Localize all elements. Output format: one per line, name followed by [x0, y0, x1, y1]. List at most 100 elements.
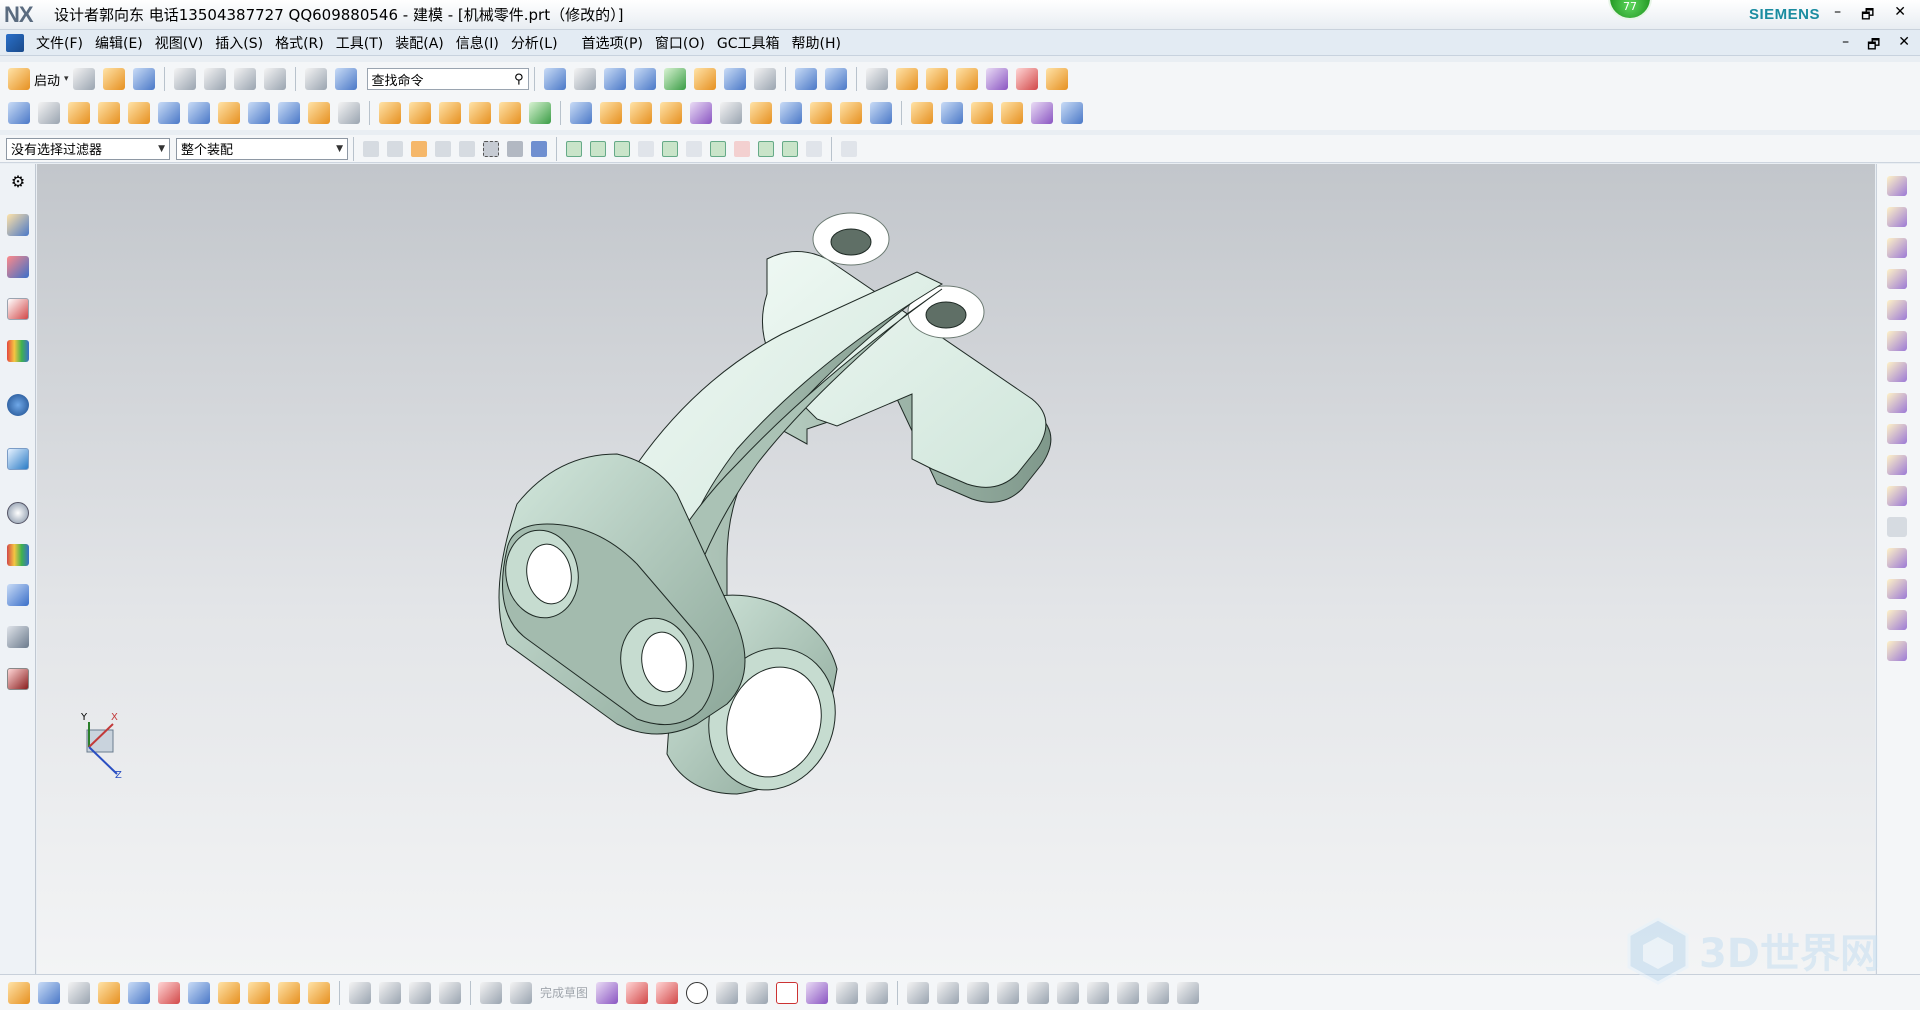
thicken-icon[interactable] — [750, 102, 772, 124]
mate-component-icon[interactable] — [158, 981, 180, 1004]
menu-file[interactable]: 文件(F) — [30, 33, 89, 53]
csys-icon[interactable] — [68, 981, 90, 1004]
offset-face-icon[interactable] — [690, 102, 712, 124]
menu-preferences[interactable]: 首选项(P) — [576, 33, 649, 53]
cut-icon[interactable] — [173, 68, 196, 90]
constraint-icon[interactable] — [409, 981, 431, 1004]
wave-geometry-icon[interactable] — [218, 981, 240, 1004]
view-front-icon[interactable] — [1887, 269, 1907, 289]
intersect-icon[interactable] — [439, 102, 461, 124]
fit-view-icon[interactable] — [543, 68, 566, 90]
quick-extend-icon[interactable] — [937, 981, 960, 1004]
history-icon[interactable] — [7, 502, 29, 524]
dimension-icon[interactable] — [1087, 981, 1110, 1004]
show-hide-icon[interactable] — [925, 68, 948, 90]
hidden-line-icon[interactable] — [1887, 486, 1907, 506]
orient-view-icon[interactable] — [573, 68, 596, 90]
revolve-icon[interactable] — [98, 102, 120, 124]
thread-icon[interactable] — [338, 102, 360, 124]
snap-midpoint-icon[interactable] — [590, 140, 606, 157]
animate-dimension-icon[interactable] — [1177, 981, 1200, 1004]
unite-icon[interactable] — [379, 102, 401, 124]
mirror-icon[interactable] — [499, 102, 521, 124]
minimize-button[interactable]: – — [1834, 4, 1841, 28]
view-bottom-icon[interactable] — [1887, 362, 1907, 382]
shaded-with-edges-icon[interactable] — [603, 68, 626, 90]
pan-icon[interactable] — [1887, 579, 1907, 599]
slot-icon[interactable] — [248, 102, 270, 124]
doc-restore-button[interactable]: 🗗 — [1867, 34, 1880, 58]
pattern-icon[interactable] — [469, 102, 491, 124]
wireframe-icon[interactable] — [1887, 455, 1907, 475]
snap-icon[interactable] — [387, 140, 403, 157]
web-browser-icon[interactable] — [7, 448, 29, 470]
boss-icon[interactable] — [158, 102, 180, 124]
view-back-icon[interactable] — [1887, 393, 1907, 413]
save-icon[interactable] — [132, 68, 155, 90]
transparency-icon[interactable] — [1887, 517, 1907, 537]
promote-icon[interactable] — [278, 981, 300, 1004]
menu-info[interactable]: 信息(I) — [450, 33, 505, 53]
undo-icon[interactable] — [263, 68, 286, 90]
color-swatch-icon[interactable] — [753, 68, 776, 90]
menu-insert[interactable]: 插入(S) — [209, 33, 269, 53]
through-curves-icon[interactable] — [971, 102, 993, 124]
roles-icon[interactable] — [7, 668, 29, 690]
sketch-in-place-icon[interactable] — [349, 981, 371, 1004]
snap-perpendicular-icon[interactable] — [686, 140, 702, 157]
menu-window[interactable]: 窗口(O) — [649, 33, 711, 53]
snap-curve-icon[interactable] — [638, 140, 654, 157]
datum-plane-icon[interactable] — [38, 102, 60, 124]
groove-icon[interactable] — [278, 102, 300, 124]
manufacturing-wizards-icon[interactable] — [7, 626, 29, 648]
measure-length-icon[interactable] — [1045, 68, 1068, 90]
snap-point-icon[interactable] — [758, 140, 774, 157]
offset-curve-icon[interactable] — [997, 981, 1020, 1004]
command-finder-icon[interactable] — [334, 68, 357, 90]
view-trimetric-icon[interactable] — [1887, 176, 1907, 196]
grid-icon[interactable] — [841, 140, 857, 157]
line-icon[interactable] — [626, 981, 649, 1004]
emboss-icon[interactable] — [308, 102, 330, 124]
subtract-icon[interactable] — [409, 102, 431, 124]
snap-control-point-icon[interactable] — [614, 140, 630, 157]
view-isometric-icon[interactable] — [1887, 207, 1907, 227]
edge-blend-icon[interactable] — [570, 102, 592, 124]
body-icon[interactable] — [1061, 102, 1083, 124]
pad-icon[interactable] — [218, 102, 240, 124]
graphics-window[interactable]: Y X Z — [37, 164, 1875, 974]
deselect-icon[interactable] — [435, 140, 451, 157]
part-navigator-icon[interactable] — [7, 298, 29, 320]
type-filter-dropdown[interactable]: 没有选择过滤器 ▼ — [6, 137, 170, 160]
snap-intersection-icon[interactable] — [662, 140, 678, 157]
gear-icon[interactable]: ⚙ — [7, 172, 29, 194]
wcs-orient-icon[interactable] — [824, 68, 847, 90]
finish-sketch-label[interactable]: 完成草图 — [540, 984, 588, 1001]
trim-body-icon[interactable] — [529, 102, 551, 124]
snap-arc-center-icon[interactable] — [710, 140, 726, 157]
extrude-icon[interactable] — [68, 102, 90, 124]
notification-badge[interactable]: 77 — [1608, 0, 1652, 20]
settings-icon[interactable] — [363, 140, 379, 157]
ruled-surface-icon[interactable] — [1031, 102, 1053, 124]
background-icon[interactable] — [663, 68, 686, 90]
edit-object-icon[interactable] — [304, 68, 327, 90]
arc-icon[interactable] — [656, 981, 679, 1004]
doc-minimize-button[interactable]: – — [1842, 34, 1849, 58]
selection-scope-dropdown[interactable]: 整个装配 ▼ — [176, 137, 348, 160]
circle-icon[interactable] — [686, 981, 709, 1004]
display-mode-icon[interactable] — [1887, 424, 1907, 444]
command-search-input[interactable]: 查找命令 ⚲ — [366, 68, 529, 90]
new-component-icon[interactable] — [98, 981, 120, 1004]
point-icon[interactable] — [836, 981, 859, 1004]
quick-trim-icon[interactable] — [907, 981, 930, 1004]
select-face-icon[interactable] — [507, 140, 523, 157]
menu-assembly[interactable]: 装配(A) — [389, 33, 450, 53]
rectangle-select-icon[interactable] — [483, 140, 499, 157]
pattern-curve-icon[interactable] — [1027, 981, 1050, 1004]
selection-icon[interactable] — [985, 68, 1008, 90]
menu-edit[interactable]: 编辑(E) — [89, 33, 149, 53]
menu-view[interactable]: 视图(V) — [149, 33, 210, 53]
measure-distance-icon[interactable] — [1015, 68, 1038, 90]
menu-tools[interactable]: 工具(T) — [330, 33, 389, 53]
